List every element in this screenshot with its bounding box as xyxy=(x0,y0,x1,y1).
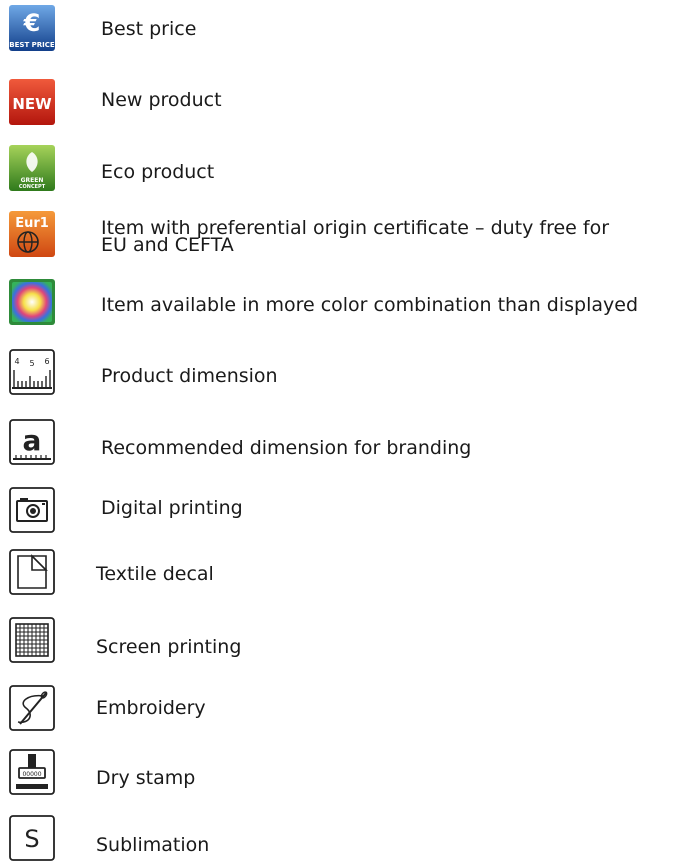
legend-label-dry-stamp: Dry stamp xyxy=(96,767,196,789)
legend-label-branding-dimension: Recommended dimension for branding xyxy=(101,437,472,459)
new-badge-icon: NEW xyxy=(8,78,56,126)
needle-thread-icon xyxy=(8,684,56,732)
legend-row-textile-decal: Textile decal xyxy=(0,548,676,595)
legend-label-eco-product: Eco product xyxy=(101,161,215,183)
svg-text:00000: 00000 xyxy=(22,771,41,778)
svg-text:€: € xyxy=(23,9,41,37)
svg-text:4: 4 xyxy=(14,357,19,366)
legend-row-product-dimension: 4 5 6 Product dimension xyxy=(0,348,676,395)
legend-row-color-combination: Item available in more color combination… xyxy=(0,278,676,325)
legend-row-embroidery: Embroidery xyxy=(0,684,676,731)
legend-label-origin-certificate-text: Item with preferential origin certificat… xyxy=(101,217,610,256)
legend-label-best-price: Best price xyxy=(101,18,197,40)
legend-row-branding-dimension: a Recommended dimension for branding xyxy=(0,418,676,465)
svg-text:5: 5 xyxy=(29,359,34,368)
svg-text:6: 6 xyxy=(44,357,49,366)
svg-text:S: S xyxy=(24,825,39,853)
legend-label-sublimation: Sublimation xyxy=(96,834,210,856)
legend-row-screen-printing: Screen printing xyxy=(0,616,676,663)
svg-text:GREEN: GREEN xyxy=(21,177,44,184)
legend-row-digital-printing: Digital printing xyxy=(0,486,676,533)
eur1-certificate-icon: Eur1 xyxy=(8,210,56,258)
legend-label-product-dimension: Product dimension xyxy=(101,365,278,387)
legend-row-origin-certificate: Eur1 Item with preferential origin certi… xyxy=(0,210,676,257)
legend-row-dry-stamp: 00000 Dry stamp xyxy=(0,748,676,795)
legend-row-sublimation: S Sublimation xyxy=(0,814,676,861)
screen-grid-icon xyxy=(8,616,56,664)
legend-label-color-combination: Item available in more color combination… xyxy=(101,294,639,316)
legend-label-new-product: New product xyxy=(101,89,222,111)
svg-text:CONCEPT: CONCEPT xyxy=(19,184,46,190)
legend-row-eco-product: GREEN CONCEPT Eco product xyxy=(0,144,676,191)
legend-label-embroidery: Embroidery xyxy=(96,697,206,719)
stamp-icon: 00000 xyxy=(8,748,56,796)
legend-label-origin-certificate: Item with preferential origin certificat… xyxy=(101,217,610,256)
legend-label-digital-printing: Digital printing xyxy=(101,497,243,519)
ruler-icon: 4 5 6 xyxy=(8,348,56,396)
best-price-badge-icon: € BEST PRICE xyxy=(8,4,56,52)
sublimation-icon: S xyxy=(8,814,56,862)
legend-label-screen-printing: Screen printing xyxy=(96,636,242,658)
color-palette-icon xyxy=(8,278,56,326)
svg-text:BEST PRICE: BEST PRICE xyxy=(9,41,55,49)
decal-sheet-icon xyxy=(8,548,56,596)
svg-text:Eur1: Eur1 xyxy=(15,216,49,231)
legend-label-textile-decal: Textile decal xyxy=(96,563,214,585)
branding-dimension-icon: a xyxy=(8,418,56,466)
green-concept-badge-icon: GREEN CONCEPT xyxy=(8,144,56,192)
svg-text:a: a xyxy=(23,424,42,457)
legend-row-best-price: € BEST PRICE Best price xyxy=(0,4,676,51)
camera-icon xyxy=(8,486,56,534)
svg-text:NEW: NEW xyxy=(12,95,52,113)
legend-row-new-product: NEW New product xyxy=(0,78,676,125)
